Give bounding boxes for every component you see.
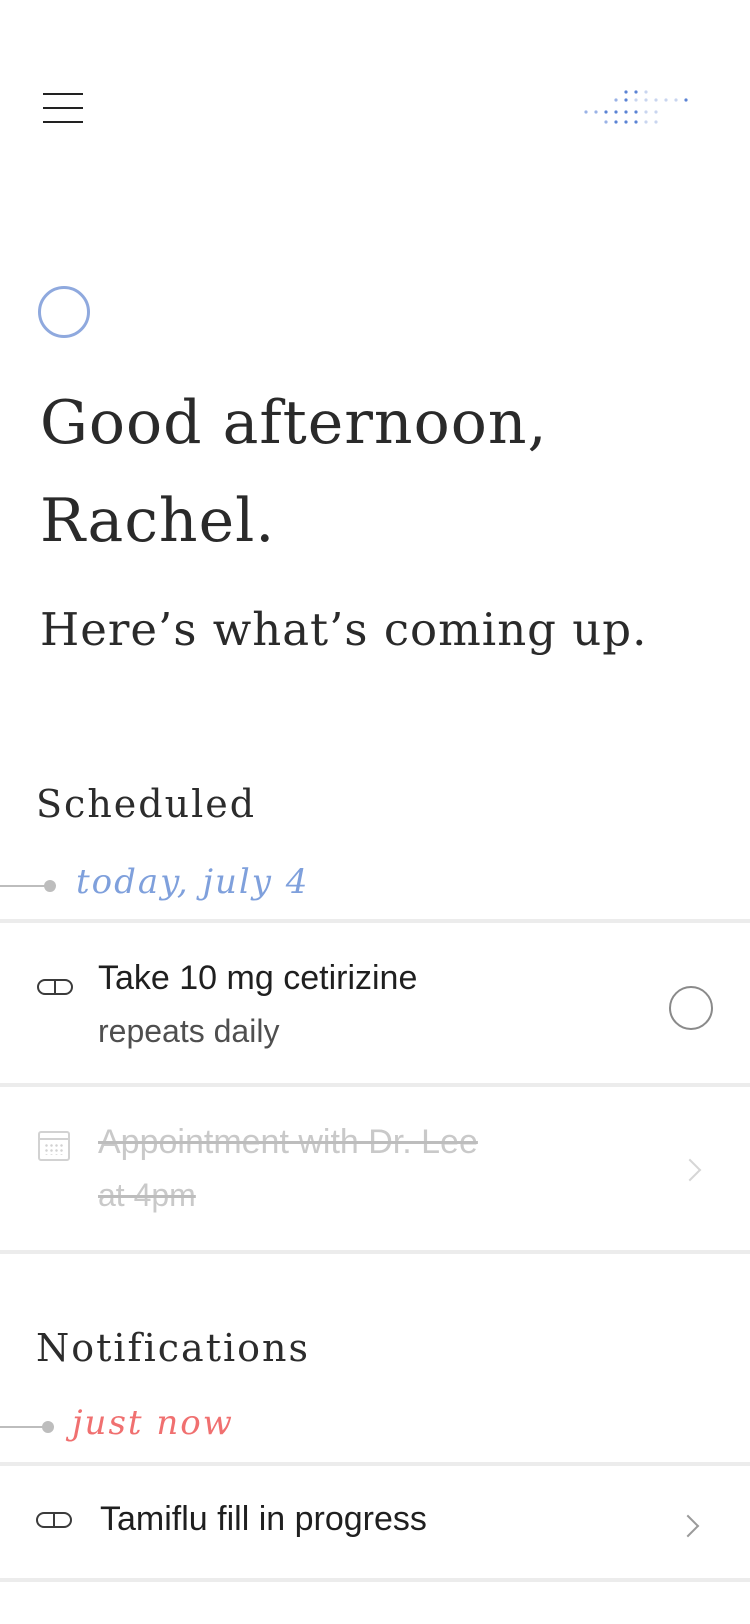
scheduled-item-appointment[interactable]: Appointment with Dr. Lee at 4pm (0, 1087, 750, 1250)
dot-pattern-logo-icon (584, 90, 688, 124)
scheduled-item-subtitle: at 4pm (98, 1177, 196, 1213)
notification-time-label: just now (72, 1403, 234, 1443)
chevron-right-icon (676, 1514, 700, 1538)
timeline-dot (42, 1421, 54, 1433)
pill-icon (37, 979, 73, 995)
pill-icon (36, 1512, 72, 1528)
divider (0, 1250, 750, 1254)
scheduled-item-subtitle: repeats daily (98, 1013, 280, 1049)
chevron-right-icon (678, 1158, 702, 1182)
greeting-line-1: Good afternoon, (40, 388, 548, 458)
greeting-heading: Good afternoon, Rachel. (40, 374, 720, 570)
check-circle-icon[interactable] (669, 986, 713, 1030)
timeline-line (0, 885, 46, 887)
scheduled-item-title: Appointment with Dr. Lee (98, 1123, 478, 1161)
scheduled-item-cetirizine[interactable]: Take 10 mg cetirizine repeats daily (0, 923, 750, 1083)
greeting-line-2: Rachel. (40, 486, 276, 556)
timeline-dot (44, 880, 56, 892)
scheduled-date-label: today, july 4 (76, 862, 310, 902)
greeting-subtitle: Here’s what’s coming up. (40, 603, 648, 656)
scheduled-section-title: Scheduled (36, 782, 257, 826)
notification-item-tamiflu[interactable]: Tamiflu fill in progress (0, 1466, 750, 1578)
notifications-section-title: Notifications (36, 1326, 310, 1370)
calendar-icon (38, 1131, 70, 1161)
scheduled-item-title: Take 10 mg cetirizine (98, 959, 418, 997)
status-ring-icon (38, 286, 90, 338)
notification-item-title: Tamiflu fill in progress (100, 1500, 427, 1538)
hamburger-menu-icon[interactable] (38, 88, 88, 128)
divider (0, 1578, 750, 1582)
timeline-line (0, 1426, 46, 1428)
